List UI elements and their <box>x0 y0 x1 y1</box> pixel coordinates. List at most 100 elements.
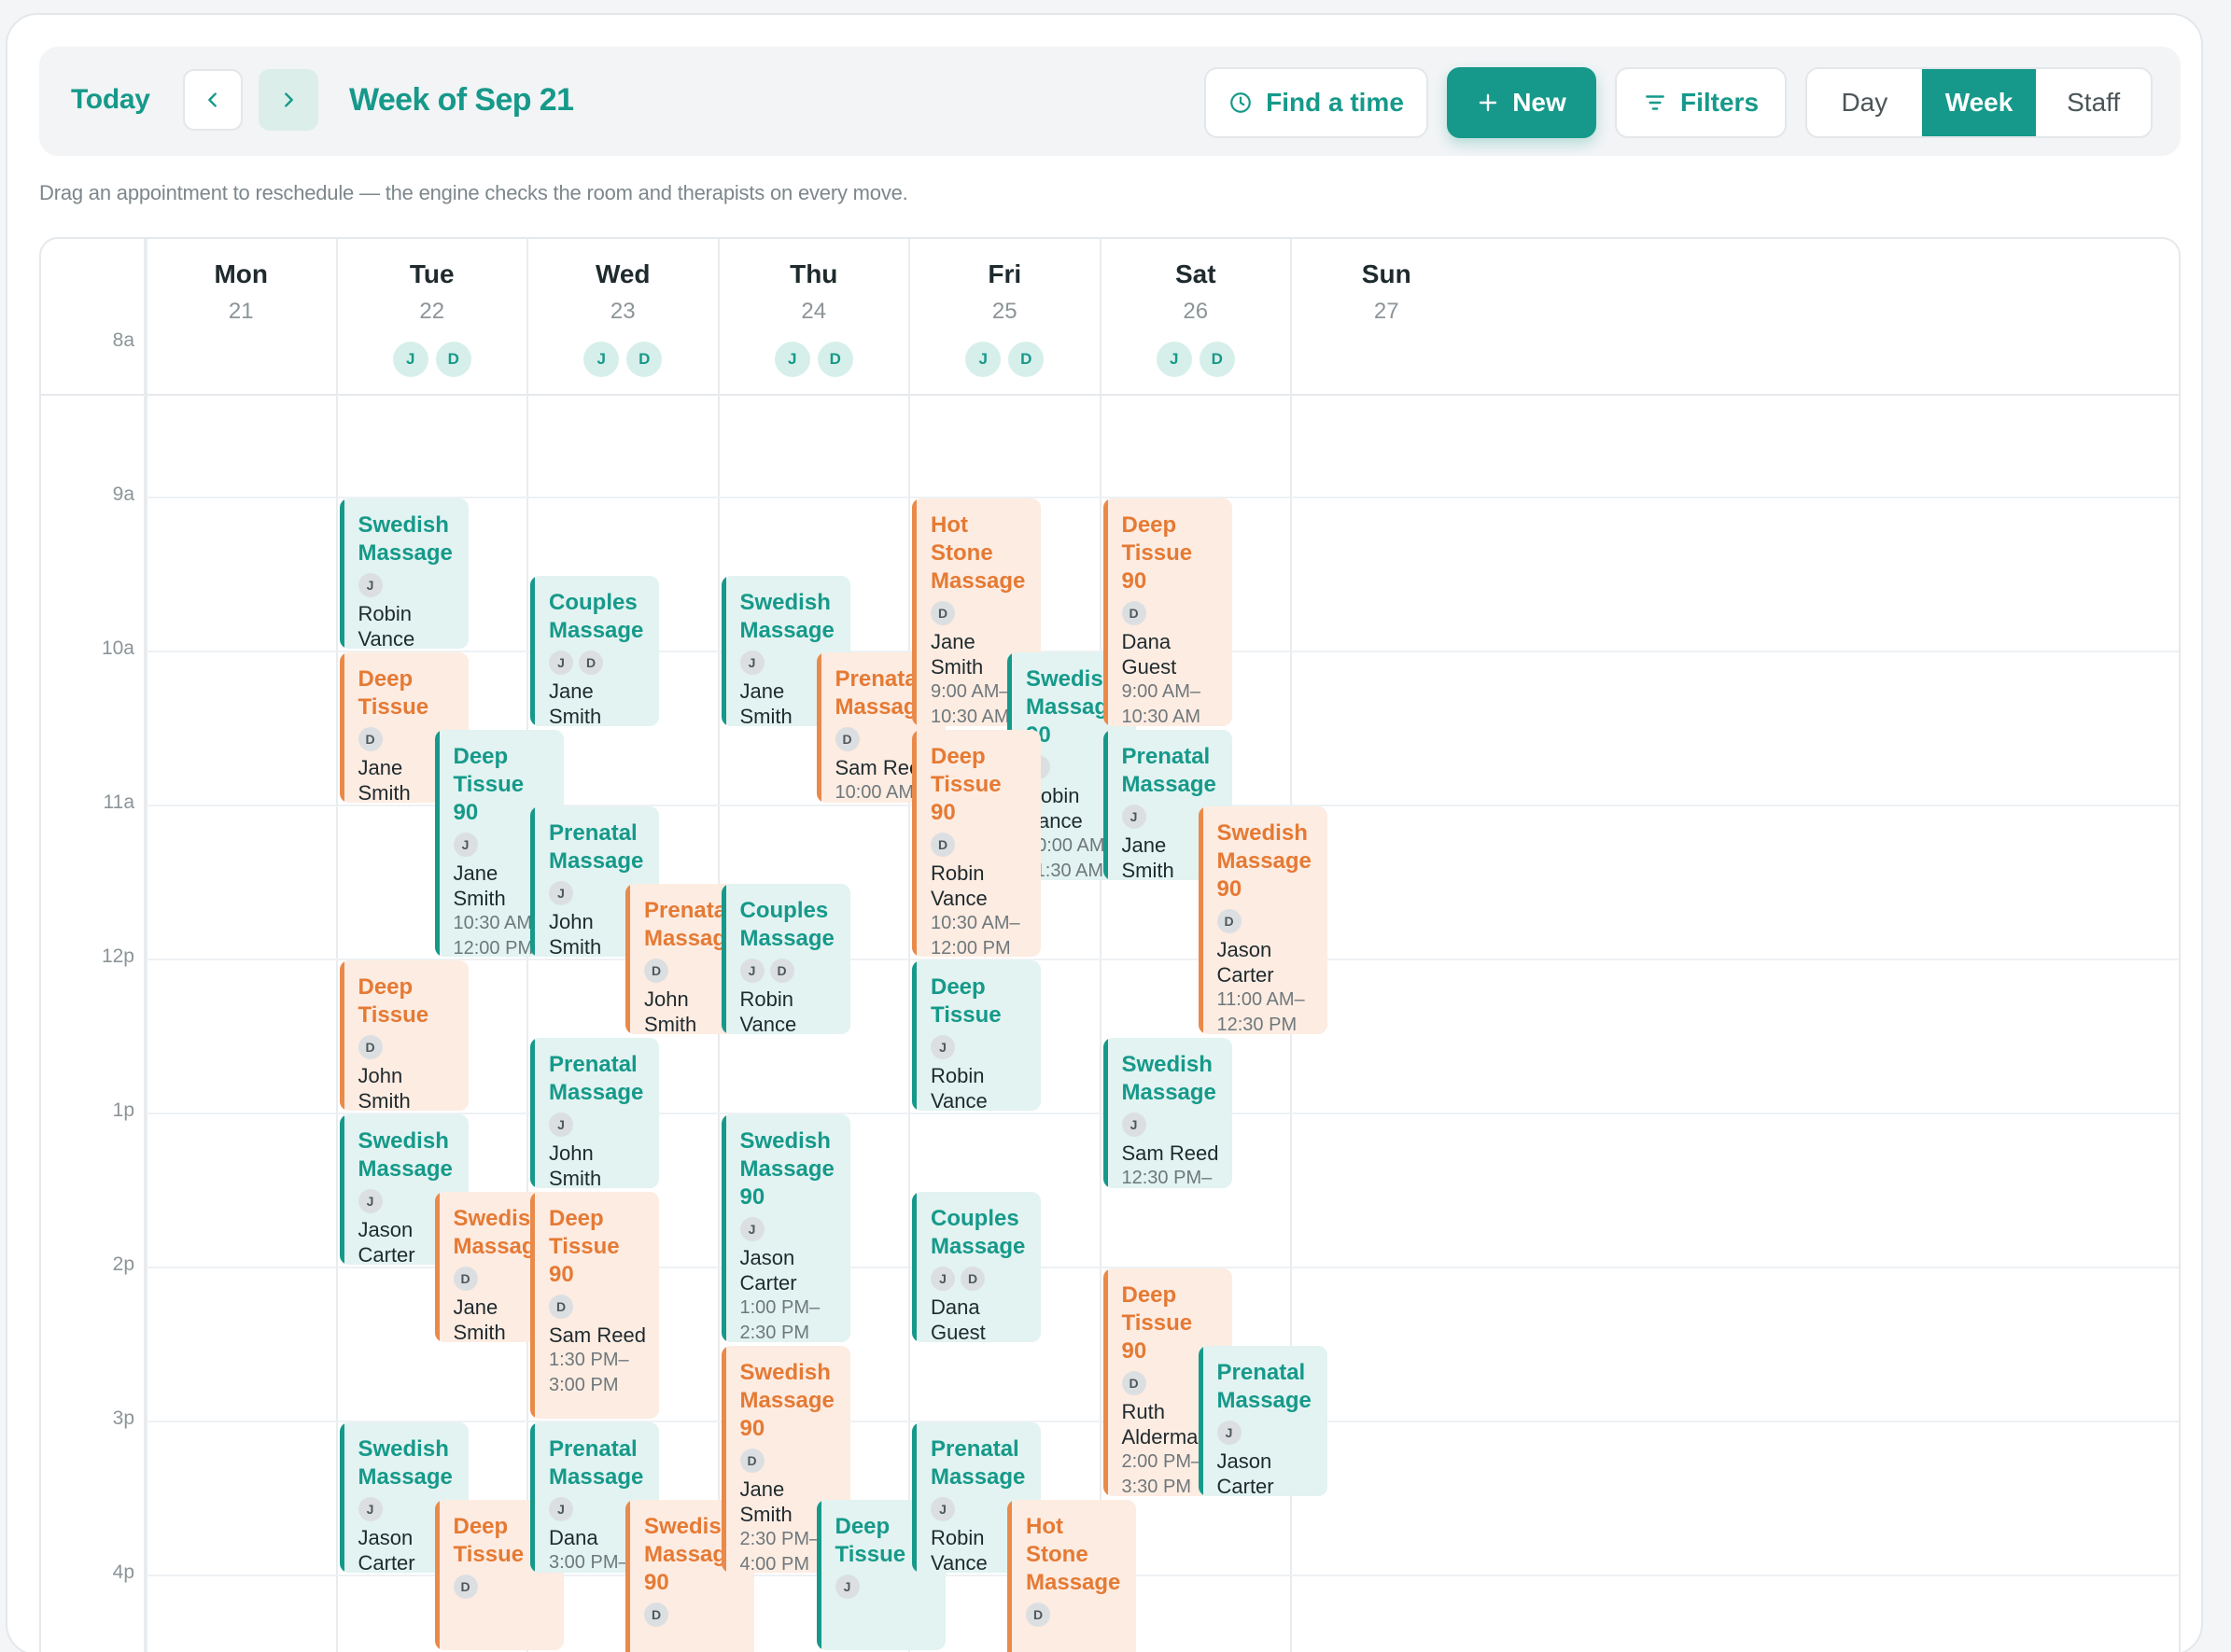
scheduler-panel: Today Week of Sep 21 Find a time New Fil… <box>6 13 2203 1652</box>
week-title: Week of Sep 21 <box>349 82 574 118</box>
client-name: Jane Smith <box>549 679 602 726</box>
therapist-badge: D <box>358 727 383 751</box>
staff-on-duty: JD <box>719 342 910 377</box>
staff-avatar[interactable]: J <box>774 342 810 377</box>
appointment-card[interactable]: Couples MassageJDJane Smith9:30 AM–10:30… <box>530 575 659 726</box>
client-name: John Smith <box>549 1141 602 1188</box>
client-name: Robin Vance <box>931 1064 988 1111</box>
filter-icon <box>1646 95 1664 110</box>
client-name: Jason Carter <box>739 1246 797 1295</box>
staff-avatar[interactable]: D <box>626 342 663 377</box>
appointment-title: Prenatal Massage <box>549 1436 644 1490</box>
time-label: 3p <box>112 1407 134 1429</box>
day-header-fri[interactable]: Fri 25 J D <box>909 239 1101 394</box>
time-label: 2p <box>112 1253 134 1275</box>
assigned-therapists: D <box>549 1294 650 1319</box>
find-a-time-button[interactable]: Find a time <box>1204 67 1428 138</box>
appointment-card[interactable]: Prenatal MassageJJason Carter2:30 PM–3:3… <box>1198 1345 1327 1496</box>
staff-avatar[interactable]: D <box>1199 342 1235 377</box>
appointment-title: Couples Massage <box>931 1205 1026 1259</box>
day-number: 25 <box>991 299 1017 324</box>
appointment-title: Prenatal Massage <box>1216 1359 1312 1413</box>
therapist-badge: D <box>579 650 603 675</box>
day-header-tue[interactable]: Tue 22 J D <box>337 239 528 394</box>
day-column-divider <box>908 239 910 1652</box>
view-staff-button[interactable]: Staff <box>2036 69 2151 136</box>
view-week-button[interactable]: Week <box>1921 69 2037 136</box>
therapist-badge: D <box>549 1294 573 1319</box>
staff-avatar[interactable]: J <box>1156 342 1192 377</box>
assigned-therapists: D <box>739 1448 841 1473</box>
staff-avatar[interactable]: D <box>1008 342 1045 377</box>
therapist-badge: D <box>1216 909 1242 933</box>
appointment-card[interactable]: Deep Tissue 90 D Sam Reed 1:30 PM–3:00 PM <box>530 1191 659 1419</box>
staff-avatar[interactable]: D <box>435 342 471 377</box>
view-day-button[interactable]: Day <box>1807 69 1922 136</box>
assigned-therapists: D <box>931 601 1031 625</box>
chevron-left-icon <box>208 92 217 107</box>
day-header-sun[interactable]: Sun 27 <box>1291 239 1482 394</box>
appointment-card[interactable]: Deep Tissue 90 D Dana Guest 9:00 AM–10:30 A… <box>1102 498 1232 726</box>
therapist-badge: J <box>453 832 478 857</box>
therapist-badge: D <box>644 1602 668 1627</box>
appointment-card[interactable]: Deep TissueDJohn Smith12:00 PM–1:00 PM <box>339 960 469 1111</box>
previous-week-button[interactable] <box>183 69 243 131</box>
therapist-badge: J <box>1121 1112 1146 1137</box>
staff-avatar[interactable]: J <box>392 342 428 377</box>
assigned-therapists: D <box>1121 601 1223 625</box>
therapist-badge: J <box>549 1112 573 1137</box>
day-header-mon[interactable]: Mon 21 <box>146 239 337 394</box>
therapist-badge: D <box>358 1035 383 1059</box>
next-week-button[interactable] <box>259 69 318 131</box>
appointment-card[interactable]: Swedish Massage J Sam Reed12:30 PM–1:30 PM <box>1102 1037 1232 1188</box>
time-gutter-divider <box>144 239 146 1652</box>
day-number: 22 <box>419 299 445 324</box>
staff-avatar[interactable]: D <box>817 342 853 377</box>
new-appointment-button[interactable]: New <box>1447 67 1596 138</box>
assigned-therapists: J <box>739 1217 841 1241</box>
assigned-therapists: J <box>1121 1112 1223 1137</box>
appointment-card[interactable]: Swedish Massage 90 D Jason Carter 11:00 AM–… <box>1198 806 1327 1034</box>
filters-button[interactable]: Filters <box>1615 67 1787 138</box>
staff-on-duty: JD <box>909 342 1101 377</box>
assigned-therapists: D <box>358 1035 459 1059</box>
day-header-sat[interactable]: Sat 26 J D <box>1101 239 1292 394</box>
appointment-card[interactable]: Swedish MassageJRobin Vance9:00 AM–10:00… <box>339 498 469 649</box>
appointment-title: Deep Tissue 90 <box>549 1205 620 1287</box>
clock-icon <box>1230 92 1251 113</box>
client-name: Dana Guest <box>931 1295 986 1342</box>
assigned-therapists: J <box>931 1035 1031 1059</box>
appointment-card[interactable]: Couples MassageJDDana Guest1:30 PM–2:30 … <box>912 1191 1041 1342</box>
assigned-therapists: D <box>1216 909 1318 933</box>
assigned-therapists: D <box>1026 1602 1127 1627</box>
appointment-title: Swedish Massage <box>739 589 835 643</box>
appointment-title: Swedish Massage 90 <box>1216 820 1312 902</box>
week-grid: 8a 9a 10a 11a 12p 1p 2p 3p 4p Mon 21 Tue 22 J D Wed 23 J D… <box>39 237 2181 1652</box>
appointment-card[interactable]: Deep Tissue 90 D Robin Vance 10:30 AM–12:00… <box>912 729 1041 957</box>
staff-avatar[interactable]: J <box>965 342 1002 377</box>
assigned-therapists: D <box>644 1602 745 1627</box>
appointment-title: Deep Tissue 90 <box>1121 512 1193 594</box>
staff-on-duty: JD <box>527 342 719 377</box>
assigned-therapists: D <box>931 832 1031 857</box>
appointment-card[interactable]: Swedish Massage 90 J Jason Carter 1:00 PM–2… <box>721 1114 850 1342</box>
assigned-therapists: J <box>835 1574 936 1599</box>
appointment-time: 12:30 PM–1:30 PM <box>1121 1167 1213 1188</box>
day-name: Fri <box>988 259 1022 288</box>
appointment-title: Couples Massage <box>739 897 835 951</box>
therapist-badge: J <box>358 573 383 597</box>
appointment-title: Prenatal Massage <box>549 1051 644 1105</box>
filters-label: Filters <box>1679 88 1760 117</box>
appointment-card[interactable]: Couples MassageJDRobin Vance11:30 AM–12:… <box>721 883 850 1034</box>
appointment-card[interactable]: Hot Stone Massage D <box>1007 1499 1136 1652</box>
therapist-badge: D <box>769 958 794 983</box>
today-button[interactable]: Today <box>71 84 150 116</box>
day-header-wed[interactable]: Wed 23 J D <box>527 239 719 394</box>
appointment-card[interactable]: Prenatal MassageJJohn Smith12:30 PM–1:30… <box>530 1037 659 1188</box>
appointment-card[interactable]: Deep TissueJRobin Vance12:00 PM–1:00 PM <box>912 960 1041 1111</box>
appointment-title: Couples Massage <box>549 589 644 643</box>
staff-avatar[interactable]: J <box>583 342 620 377</box>
appointment-title: Prenatal Massage <box>931 1436 1026 1490</box>
appointment-title: Prenatal Massage <box>1121 743 1216 797</box>
day-header-thu[interactable]: Thu 24 J D <box>719 239 910 394</box>
